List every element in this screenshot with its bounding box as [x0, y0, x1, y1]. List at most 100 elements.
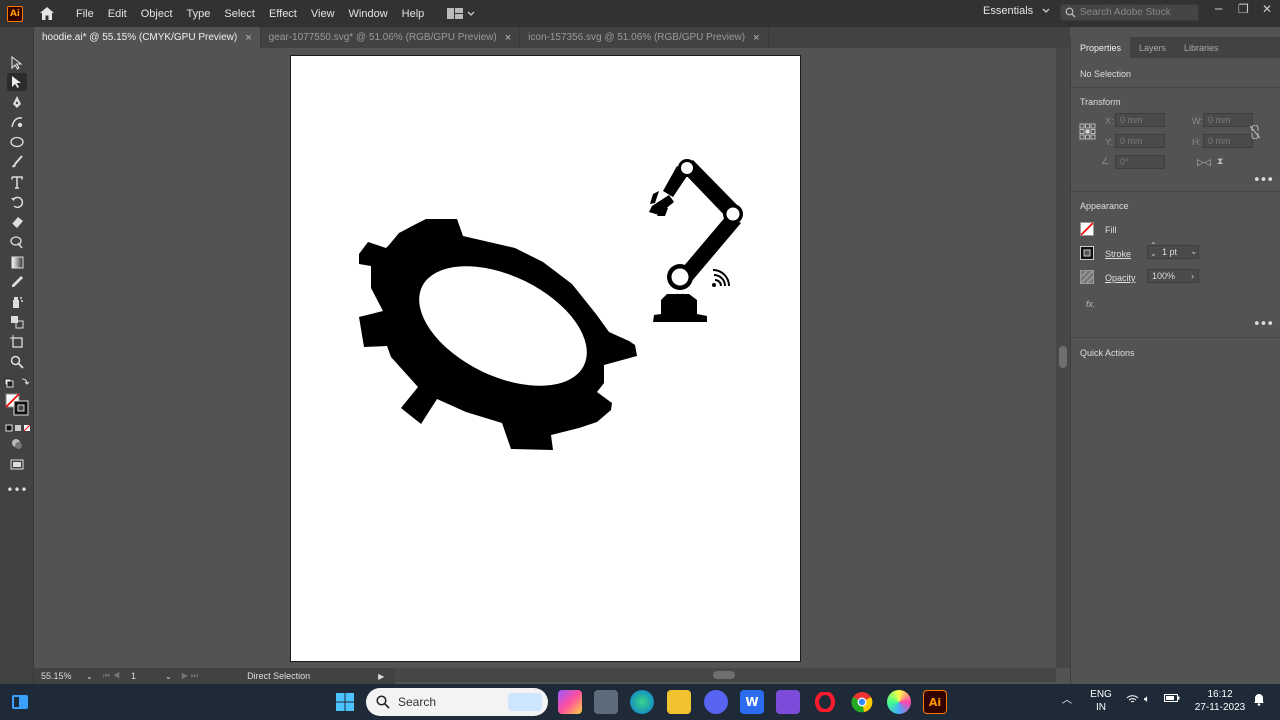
flip-horizontal-icon[interactable]: ▷◁	[1197, 157, 1211, 168]
rotate-tool-icon[interactable]	[7, 193, 27, 211]
direct-selection-tool-icon[interactable]	[7, 73, 27, 91]
fx-icon[interactable]: fx.	[1086, 299, 1096, 309]
language-indicator[interactable]: ENG IN	[1088, 688, 1114, 714]
clock[interactable]: 16:12 27-11-2023	[1190, 688, 1250, 714]
illustrator-taskbar-icon[interactable]: Ai	[923, 690, 947, 714]
battery-icon[interactable]	[1164, 693, 1180, 707]
tab-icon-svg[interactable]: icon-157356.svg @ 51.06% (RGB/GPU Previe…	[520, 27, 769, 48]
stepper-icon[interactable]: ⌃ ⌄	[1150, 242, 1157, 258]
type-tool-icon[interactable]	[7, 173, 27, 191]
screen-mode-icon[interactable]	[7, 455, 27, 473]
tab-gear-svg[interactable]: gear-1077550.svg* @ 51.06% (RGB/GPU Prev…	[261, 27, 521, 48]
tab-properties[interactable]: Properties	[1071, 37, 1131, 58]
close-icon[interactable]: ×	[505, 32, 511, 44]
app-icon-2[interactable]	[594, 690, 618, 714]
close-icon[interactable]: ×	[753, 32, 759, 44]
play-icon[interactable]: ▶	[378, 672, 384, 681]
chevron-down-icon[interactable]: ⌄	[165, 672, 172, 681]
reference-point-icon[interactable]	[1079, 123, 1096, 143]
file-explorer-icon[interactable]	[667, 690, 691, 714]
vertical-scroll-thumb[interactable]	[1059, 346, 1067, 368]
artboard-prev-icons[interactable]: ⏮◀	[103, 671, 123, 681]
ellipse-tool-icon[interactable]	[7, 133, 27, 151]
selection-tool-icon[interactable]	[7, 54, 27, 72]
fill-stroke-swap-icon[interactable]	[4, 374, 30, 392]
curvature-tool-icon[interactable]	[7, 113, 27, 131]
chevron-right-icon[interactable]: ›	[1191, 271, 1194, 281]
artboard[interactable]	[290, 55, 801, 662]
more-options-icon[interactable]: •••	[1253, 317, 1274, 332]
rotate-angle-field[interactable]: 0°	[1115, 155, 1165, 169]
menu-edit[interactable]: Edit	[101, 8, 134, 20]
artboard-number[interactable]: 1	[131, 671, 165, 681]
menu-effect[interactable]: Effect	[262, 8, 304, 20]
volume-icon[interactable]: 🔈︎	[1144, 693, 1150, 706]
horizontal-scrollbar[interactable]	[395, 668, 1056, 682]
menu-help[interactable]: Help	[395, 8, 432, 20]
zoom-tool-icon[interactable]	[7, 353, 27, 371]
h-field[interactable]: 0 mm	[1203, 134, 1253, 148]
opera-icon[interactable]	[813, 690, 837, 714]
chrome-icon[interactable]	[850, 690, 874, 714]
artboard-next-icons[interactable]: ▶⏭	[182, 671, 201, 681]
constrain-proportions-icon[interactable]	[1249, 124, 1261, 142]
task-view-icon[interactable]	[8, 690, 32, 714]
horizontal-scroll-thumb[interactable]	[713, 671, 735, 679]
more-tools-icon[interactable]: •••	[6, 481, 27, 499]
menu-view[interactable]: View	[304, 8, 342, 20]
wifi-icon[interactable]	[1126, 694, 1139, 708]
chevron-down-icon[interactable]: ⌄	[86, 672, 93, 681]
taskbar-search[interactable]: Search	[366, 688, 548, 716]
paintbrush-tool-icon[interactable]	[7, 153, 27, 171]
menu-file[interactable]: File	[69, 8, 101, 20]
opacity-label[interactable]: Opacity	[1105, 273, 1136, 283]
tab-libraries[interactable]: Libraries	[1175, 37, 1228, 58]
vertical-scrollbar[interactable]	[1056, 48, 1070, 668]
adobe-stock-search[interactable]: Search Adobe Stock	[1060, 4, 1199, 21]
eyedropper-tool-icon[interactable]	[7, 273, 27, 291]
windows-start-icon[interactable]	[333, 690, 357, 714]
close-icon[interactable]: ×	[245, 32, 251, 44]
flip-vertical-icon[interactable]: ⧗	[1217, 156, 1223, 167]
chevron-up-icon[interactable]: ︿	[1062, 694, 1072, 707]
wps-icon[interactable]: W	[740, 690, 764, 714]
fill-stroke-swatch[interactable]	[3, 392, 31, 418]
workspace-switcher[interactable]: Essentials	[983, 5, 1050, 17]
fill-swatch-icon[interactable]	[1080, 222, 1094, 239]
x-field[interactable]: 0 mm	[1115, 113, 1165, 127]
menu-window[interactable]: Window	[342, 8, 395, 20]
drawing-mode-icon[interactable]	[7, 435, 27, 453]
stroke-label[interactable]: Stroke	[1105, 249, 1131, 259]
robot-arm-artwork[interactable]	[291, 56, 802, 663]
pen-tool-icon[interactable]	[7, 93, 27, 111]
edge-icon[interactable]	[630, 690, 654, 714]
w-field[interactable]: 0 mm	[1203, 113, 1253, 127]
artboard-tool-icon[interactable]	[7, 333, 27, 351]
fill-label[interactable]: Fill	[1105, 225, 1117, 235]
stroke-swatch-icon[interactable]	[1080, 246, 1094, 263]
opacity-icon[interactable]	[1080, 270, 1094, 287]
eraser-tool-icon[interactable]	[7, 213, 27, 231]
restore-icon[interactable]: ❐	[1238, 2, 1249, 16]
more-options-icon[interactable]: •••	[1253, 173, 1274, 188]
arrange-documents-button[interactable]	[447, 8, 475, 19]
notification-bell-icon[interactable]	[1253, 692, 1265, 710]
shape-builder-tool-icon[interactable]	[7, 233, 27, 251]
tab-hoodie[interactable]: hoodie.ai* @ 55.15% (CMYK/GPU Preview) ×	[34, 27, 261, 48]
close-window-icon[interactable]: ✕	[1262, 2, 1272, 16]
y-field[interactable]: 0 mm	[1115, 134, 1165, 148]
menu-type[interactable]: Type	[180, 8, 218, 20]
chevron-down-icon[interactable]: ⌄	[1190, 246, 1198, 257]
clipchamp-icon[interactable]	[776, 690, 800, 714]
home-icon[interactable]	[37, 4, 57, 24]
menu-select[interactable]: Select	[217, 8, 262, 20]
app-icon-1[interactable]	[558, 690, 582, 714]
discord-icon[interactable]	[704, 690, 728, 714]
symbol-sprayer-tool-icon[interactable]	[7, 293, 27, 311]
app-icon-color-wheel[interactable]	[887, 690, 911, 714]
blend-tool-icon[interactable]	[7, 313, 27, 331]
zoom-level-field[interactable]: 55.15%	[38, 670, 84, 683]
tab-layers[interactable]: Layers	[1130, 37, 1175, 58]
menu-object[interactable]: Object	[134, 8, 180, 20]
gradient-tool-icon[interactable]	[7, 253, 27, 271]
